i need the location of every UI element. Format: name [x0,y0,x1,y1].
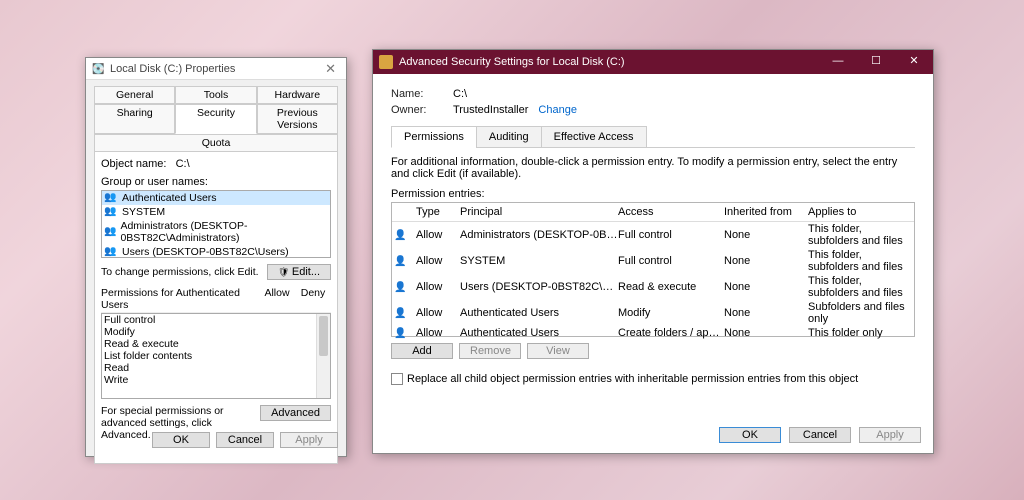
permissions-list[interactable]: Full control Modify Read & execute List … [101,313,331,399]
tab-quota[interactable]: Quota [94,134,338,152]
minimize-button[interactable]: — [819,50,857,74]
tab-hardware[interactable]: Hardware [257,86,338,104]
group-item[interactable]: Authenticated Users [102,191,330,205]
table-row[interactable]: AllowAuthenticated UsersCreate folders /… [392,326,914,340]
folder-icon [379,55,393,69]
owner-label: Owner: [391,104,453,116]
tab-general[interactable]: General [94,86,175,104]
replace-checkbox[interactable] [391,373,403,385]
cancel-button[interactable]: Cancel [789,427,851,443]
permissions-panel: For additional information, double-click… [391,147,915,385]
properties-window: Local Disk (C:) Properties ✕ General Too… [85,57,347,457]
entries-label: Permission entries: [391,188,915,200]
scrollbar[interactable] [316,314,330,398]
users-icon [104,206,118,218]
col-applies[interactable]: Applies to [808,206,912,218]
table-row[interactable]: AllowUsers (DESKTOP-0BST82C\Use…Read & e… [392,274,914,300]
tab-permissions[interactable]: Permissions [391,126,477,148]
properties-titlebar[interactable]: Local Disk (C:) Properties ✕ [86,58,346,80]
apply-button[interactable]: Apply [859,427,921,443]
users-icon [104,192,118,204]
properties-title: Local Disk (C:) Properties [110,63,235,75]
shield-icon [278,266,289,277]
col-allow: Allow [259,287,295,311]
advanced-title: Advanced Security Settings for Local Dis… [399,56,625,68]
tab-tools[interactable]: Tools [175,86,256,104]
col-access[interactable]: Access [618,206,724,218]
tab-previous-versions[interactable]: Previous Versions [257,104,338,134]
properties-tabstrip: General Tools Hardware Sharing Security … [94,86,338,152]
group-item[interactable]: Administrators (DESKTOP-0BST82C\Administ… [102,219,330,245]
ok-button[interactable]: OK [152,432,210,448]
advanced-security-window: Advanced Security Settings for Local Dis… [372,49,934,454]
tab-security[interactable]: Security [175,104,256,134]
close-icon[interactable]: ✕ [321,61,340,77]
principal-icon [394,255,406,267]
table-row[interactable]: AllowAdministrators (DESKTOP-0BS…Full co… [392,222,914,248]
replace-label: Replace all child object permission entr… [407,373,858,385]
change-permissions-hint: To change permissions, click Edit. [101,266,267,278]
advanced-button[interactable]: Advanced [260,405,331,421]
group-users-list[interactable]: Authenticated Users SYSTEM Administrator… [101,190,331,258]
group-item[interactable]: SYSTEM [102,205,330,219]
edit-button[interactable]: Edit... [267,264,331,280]
object-name-label: Object name: [101,158,166,170]
change-owner-link[interactable]: Change [538,104,577,116]
advanced-titlebar[interactable]: Advanced Security Settings for Local Dis… [373,50,933,74]
tab-sharing[interactable]: Sharing [94,104,175,134]
table-row[interactable]: AllowAuthenticated UsersModifyNoneSubfol… [392,300,914,326]
users-icon [104,246,118,258]
group-users-label: Group or user names: [101,176,331,188]
add-button[interactable]: Add [391,343,453,359]
principal-icon [394,281,406,293]
principal-icon [394,229,406,241]
table-row[interactable]: AllowSYSTEMFull controlNoneThis folder, … [392,248,914,274]
permissions-for-label: Permissions for Authenticated Users [101,287,259,311]
maximize-button[interactable]: ☐ [857,50,895,74]
col-inherited[interactable]: Inherited from [724,206,808,218]
permission-entries-table[interactable]: Type Principal Access Inherited from App… [391,202,915,337]
col-type[interactable]: Type [416,206,460,218]
principal-icon [394,327,406,339]
object-name-value: C:\ [176,158,190,170]
owner-value: TrustedInstaller [453,104,528,116]
close-button[interactable]: ✕ [895,50,933,74]
view-button[interactable]: View [527,343,589,359]
col-principal[interactable]: Principal [460,206,618,218]
group-item[interactable]: Users (DESKTOP-0BST82C\Users) [102,245,330,258]
info-text: For additional information, double-click… [391,156,915,180]
advanced-tabstrip: Permissions Auditing Effective Access [391,126,915,148]
remove-button[interactable]: Remove [459,343,521,359]
col-deny: Deny [295,287,331,311]
cancel-button[interactable]: Cancel [216,432,274,448]
drive-icon [92,63,106,74]
apply-button[interactable]: Apply [280,432,338,448]
name-label: Name: [391,88,453,100]
tab-auditing[interactable]: Auditing [476,126,542,148]
security-tab-panel: Object name: C:\ Group or user names: Au… [94,152,338,464]
tab-effective-access[interactable]: Effective Access [541,126,647,148]
name-value: C:\ [453,88,467,100]
users-icon [104,226,116,238]
ok-button[interactable]: OK [719,427,781,443]
principal-icon [394,307,406,319]
